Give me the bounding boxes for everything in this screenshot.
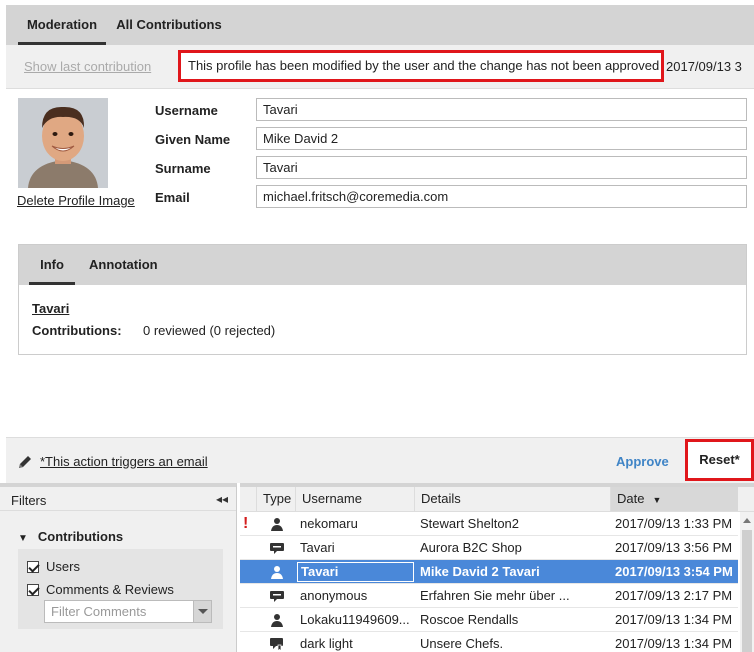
row-date: 2017/09/13 3:56 PM <box>615 540 733 555</box>
row-details: Stewart Shelton2 <box>420 516 520 531</box>
table-row[interactable]: dark light Unsere Chefs. 2017/09/13 1:34 P… <box>240 632 738 652</box>
contributions-value: 0 reviewed (0 rejected) <box>143 323 276 338</box>
tab-info[interactable]: Info <box>29 245 75 285</box>
table-row[interactable]: Tavari Aurora B2C Shop 2017/09/13 3:56 PM <box>240 536 738 560</box>
row-username: anonymous <box>300 588 368 603</box>
filters-header: Filters ◂◂ <box>0 487 236 511</box>
row-details: Roscoe Rendalls <box>420 612 519 627</box>
contributions-group-toggle[interactable]: ▼ Contributions <box>18 529 123 544</box>
comment-icon <box>270 591 284 602</box>
users-checkbox-row[interactable]: Users <box>27 559 80 574</box>
comments-checkbox-label: Comments & Reviews <box>46 582 174 597</box>
approve-button[interactable]: Approve <box>616 454 669 469</box>
comment-icon <box>270 543 284 554</box>
collapse-icon[interactable]: ◂◂ <box>216 492 228 506</box>
reset-button[interactable]: Reset* <box>685 439 754 481</box>
comments-checkbox-row[interactable]: Comments & Reviews <box>27 582 174 597</box>
given-name-label: Given Name <box>155 132 231 147</box>
row-date: 2017/09/13 1:34 PM <box>615 612 733 627</box>
email-label: Email <box>155 190 190 205</box>
row-username: nekomaru <box>300 516 358 531</box>
row-username: Tavari <box>300 540 335 555</box>
filter-options: Users Comments & Reviews Filter Comments <box>18 549 223 629</box>
users-checkbox[interactable] <box>27 561 39 573</box>
given-name-field[interactable]: Mike David 2 <box>256 127 747 150</box>
table-row[interactable]: anonymous Erfahren Sie mehr über ... 2017/… <box>240 584 738 608</box>
action-bar: *This action triggers an email Approve R… <box>6 437 754 483</box>
row-username: Tavari <box>297 562 414 582</box>
chevron-down-icon[interactable] <box>193 601 211 622</box>
comments-checkbox[interactable] <box>27 584 39 596</box>
notice-row: Show last contribution This profile has … <box>6 45 754 89</box>
row-details: Unsere Chefs. <box>420 636 504 651</box>
profile-image <box>18 98 108 188</box>
row-date: 2017/09/13 2:17 PM <box>615 588 733 603</box>
review-icon <box>270 638 283 652</box>
info-user-link[interactable]: Tavari <box>32 301 69 316</box>
surname-label: Surname <box>155 161 211 176</box>
column-username[interactable]: Username <box>295 487 415 511</box>
row-details: Erfahren Sie mehr über ... <box>420 588 570 603</box>
flag-icon: ! <box>243 515 249 532</box>
column-details[interactable]: Details <box>414 487 608 511</box>
info-tabbar: Info Annotation <box>19 245 746 285</box>
contributions-label: Contributions: <box>32 323 122 338</box>
pencil-icon <box>19 456 31 468</box>
profile-panel: Delete Profile Image Username Tavari Giv… <box>6 89 754 437</box>
table-row[interactable]: Lokaku11949609... Roscoe Rendalls 2017/09/… <box>240 608 738 632</box>
column-type[interactable]: Type <box>256 487 296 511</box>
show-last-contribution-link[interactable]: Show last contribution <box>24 59 151 74</box>
table-row[interactable]: ! nekomaru Stewart Shelton2 2017/09/13 1:33… <box>240 512 738 536</box>
row-username: dark light <box>300 636 353 651</box>
notice-date: 2017/09/13 3 <box>666 59 742 74</box>
filters-panel: Filters ◂◂ ▼ Contributions Users Comments… <box>0 483 237 652</box>
scroll-thumb[interactable] <box>742 530 752 652</box>
tab-moderation[interactable]: Moderation <box>18 5 106 45</box>
sort-descending-icon: ▼ <box>652 495 662 505</box>
tab-annotation[interactable]: Annotation <box>89 245 158 285</box>
contributions-grid: Type Username Details Date ▼ ! nekomaru Ste… <box>240 483 754 652</box>
delete-profile-image-link[interactable]: Delete Profile Image <box>17 193 135 208</box>
column-date[interactable]: Date ▼ <box>610 487 738 511</box>
username-label: Username <box>155 103 218 118</box>
tab-all-contributions[interactable]: All Contributions <box>114 5 224 45</box>
user-icon <box>271 518 283 531</box>
moderation-tabbar: Moderation All Contributions <box>6 5 754 45</box>
surname-field[interactable]: Tavari <box>256 156 747 179</box>
filter-comments-placeholder: Filter Comments <box>51 604 147 619</box>
row-date: 2017/09/13 3:54 PM <box>615 564 733 579</box>
row-details: Aurora B2C Shop <box>420 540 522 555</box>
scroll-up-icon[interactable] <box>743 518 751 523</box>
email-field[interactable]: michael.fritsch@coremedia.com <box>256 185 747 208</box>
filter-comments-combobox[interactable]: Filter Comments <box>44 600 212 623</box>
triangle-down-icon: ▼ <box>18 533 28 544</box>
info-box: Info Annotation Tavari Contributions: 0 … <box>18 244 747 355</box>
row-username: Lokaku11949609... <box>300 612 410 627</box>
user-icon <box>271 566 283 579</box>
users-checkbox-label: Users <box>46 559 80 574</box>
user-icon <box>271 614 283 627</box>
row-date: 2017/09/13 1:34 PM <box>615 636 733 651</box>
row-details: Mike David 2 Tavari <box>420 564 540 579</box>
grid-scrollbar[interactable] <box>740 512 754 652</box>
username-field[interactable]: Tavari <box>256 98 747 121</box>
contributions-group-label: Contributions <box>37 529 124 544</box>
column-date-label: Date <box>617 491 645 506</box>
unapproved-change-notice: This profile has been modified by the us… <box>178 50 664 82</box>
grid-header: Type Username Details Date ▼ <box>240 487 754 512</box>
row-date: 2017/09/13 1:33 PM <box>615 516 733 531</box>
filters-title: Filters <box>11 493 47 508</box>
table-row[interactable]: Tavari Mike David 2 Tavari 2017/09/13 3:54… <box>240 560 738 584</box>
email-trigger-note[interactable]: *This action triggers an email <box>40 454 208 469</box>
